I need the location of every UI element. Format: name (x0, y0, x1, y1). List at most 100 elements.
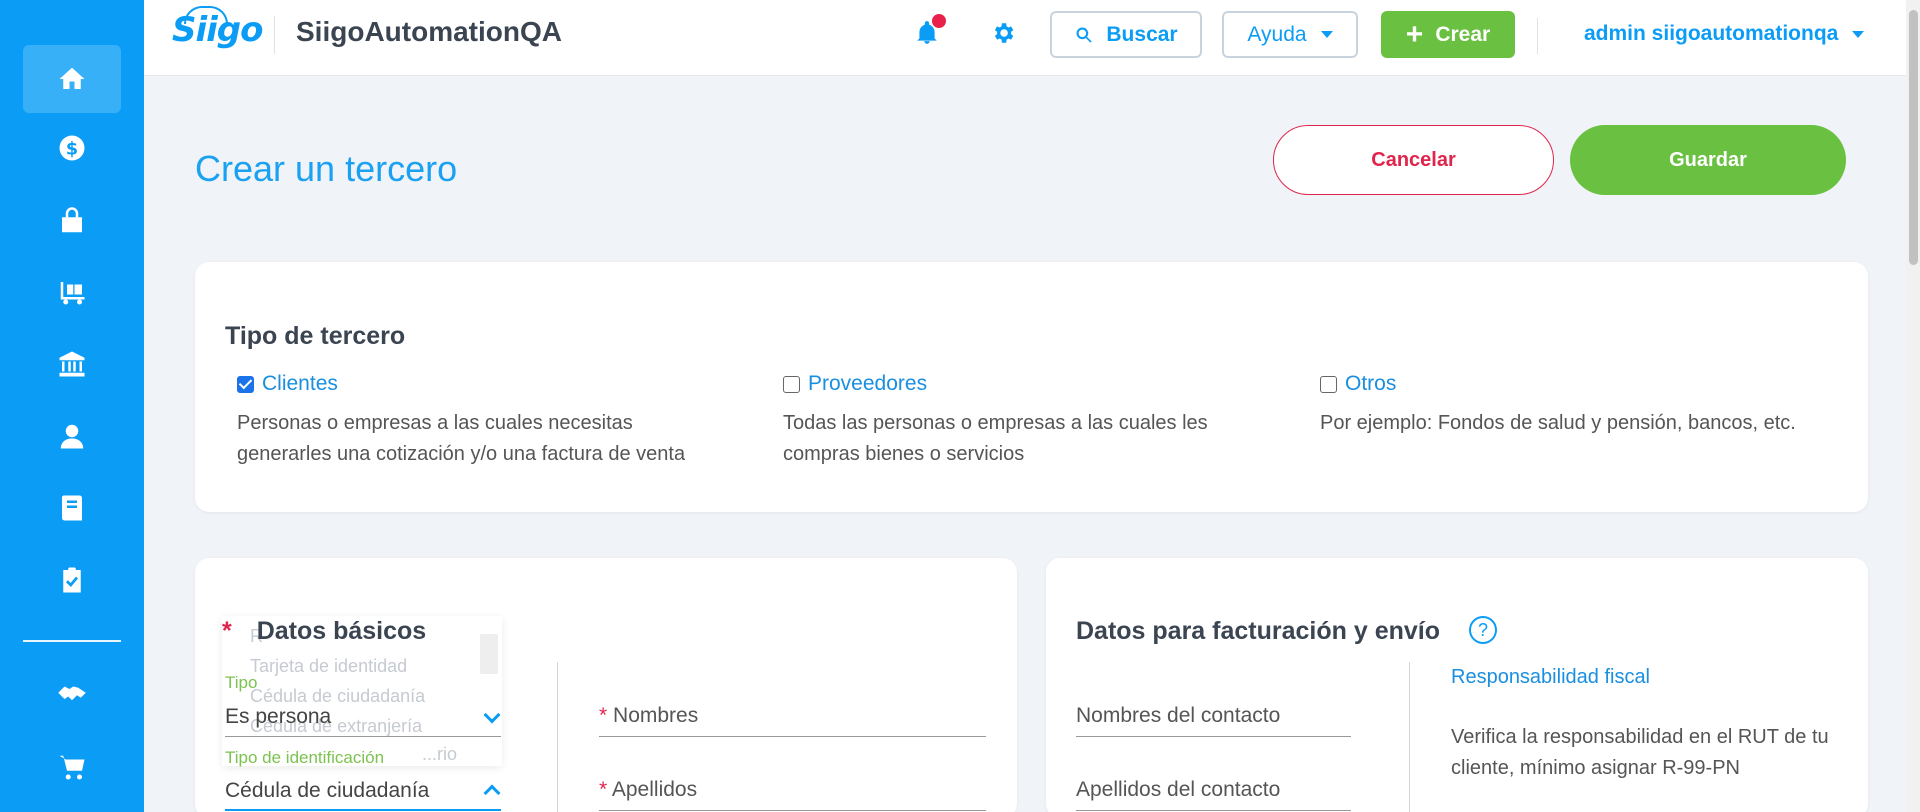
header-separator-right (1537, 18, 1538, 54)
fiscal-responsibility-description: Verifica la responsabilidad en el RUT de… (1451, 726, 1829, 779)
option-otros: Otros Por ejemplo: Fondos de salud y pen… (1320, 372, 1796, 439)
sidebar-item-sales[interactable] (23, 187, 121, 255)
help-dropdown-label: Ayuda (1247, 22, 1307, 46)
dropdown-option[interactable]: Tarjeta de identidad (250, 656, 407, 677)
otros-description: Por ejemplo: Fondos de salud y pensión, … (1320, 408, 1796, 439)
help-dropdown[interactable]: Ayuda (1222, 11, 1358, 58)
tipo-label: Tipo (225, 673, 258, 692)
billing-divider (1409, 662, 1410, 812)
basic-data-divider (557, 662, 558, 812)
tipo-select[interactable]: Es persona (225, 705, 331, 729)
nombres-field[interactable]: * Nombres (599, 704, 698, 728)
option-proveedores: Proveedores Todas las personas o empresa… (783, 372, 1208, 470)
apellidos-underline (599, 810, 986, 811)
page-scrollbar[interactable] (1906, 0, 1920, 812)
nombres-placeholder: Nombres (613, 704, 699, 727)
id-type-select[interactable]: Cédula de ciudadanía (225, 779, 429, 803)
sidebar: $ (0, 0, 144, 812)
sidebar-item-partners[interactable] (23, 660, 121, 728)
sidebar-item-store[interactable] (23, 733, 121, 801)
basic-data-title: Datos básicos (256, 617, 427, 645)
question-icon[interactable]: ? (1469, 616, 1497, 644)
proveedores-desc-line1: Todas las personas o empresas a las cual… (783, 412, 1208, 434)
sidebar-divider (23, 640, 121, 642)
clientes-description: Personas o empresas a las cuales necesit… (237, 408, 685, 470)
inventory-icon (59, 282, 85, 305)
billing-heading: Datos para facturación y envío (1076, 617, 1441, 645)
otros-desc-line1: Por ejemplo: Fondos de salud y pensión, … (1320, 412, 1796, 434)
clientes-checkbox[interactable] (237, 375, 254, 393)
third-party-type-heading: Tipo de tercero (225, 322, 406, 350)
contact-lastnames-underline (1076, 810, 1351, 811)
search-button-label: Buscar (1106, 22, 1178, 46)
clientes-checkbox-label[interactable]: Clientes (237, 372, 685, 396)
cart-icon (59, 755, 85, 780)
proveedores-checkbox[interactable] (783, 375, 800, 393)
proveedores-description: Todas las personas o empresas a las cual… (783, 408, 1208, 470)
home-icon (59, 67, 85, 89)
gear-icon (994, 23, 1014, 43)
header-separator (274, 16, 275, 54)
id-type-underline (225, 809, 501, 811)
employee-icon (60, 424, 84, 449)
sidebar-item-employees[interactable] (23, 402, 121, 470)
bank-icon (59, 351, 85, 377)
book-icon (62, 495, 82, 521)
otros-label: Otros (1345, 372, 1397, 395)
contact-names-field[interactable]: Nombres del contacto (1076, 704, 1280, 728)
search-button[interactable]: Buscar (1050, 11, 1202, 58)
proveedores-desc-line2: compras bienes o servicios (783, 443, 1025, 465)
clipboard-check-icon (63, 567, 81, 593)
chevron-down-icon (1320, 31, 1333, 38)
create-button-label: Crear (1435, 22, 1491, 46)
proveedores-checkbox-label[interactable]: Proveedores (783, 372, 1208, 396)
sidebar-item-tasks[interactable] (23, 546, 121, 614)
clientes-label: Clientes (262, 372, 338, 395)
third-party-type-card: Tipo de tercero Clientes Personas o empr… (195, 262, 1868, 512)
sidebar-item-bank[interactable] (23, 330, 121, 398)
sidebar-item-home[interactable] (23, 45, 121, 113)
top-header: Siigo SiigoAutomationQA Buscar Ayuda + C… (144, 0, 1906, 76)
contact-lastnames-field[interactable]: Apellidos del contacto (1076, 778, 1280, 802)
proveedores-label: Proveedores (808, 372, 928, 395)
chevron-down-icon (1852, 30, 1865, 38)
sidebar-item-inventory[interactable] (23, 258, 121, 326)
dropdown-option[interactable]: ...rio (422, 744, 457, 765)
plus-icon: + (1405, 17, 1424, 51)
required-mark: * (222, 617, 232, 645)
siigo-logo[interactable]: Siigo (172, 10, 263, 50)
sidebar-item-finance[interactable]: $ (23, 114, 121, 182)
settings-button[interactable] (990, 20, 1020, 50)
required-mark: * (599, 778, 608, 801)
create-button[interactable]: + Crear (1381, 11, 1515, 58)
page-title: Crear un tercero (195, 148, 458, 189)
dropdown-scrollbar[interactable] (480, 634, 498, 674)
otros-checkbox-label[interactable]: Otros (1320, 372, 1796, 396)
clientes-desc-line1: Personas o empresas a las cuales necesit… (237, 412, 633, 434)
clientes-desc-line2: generarles una cotización y/o una factur… (237, 443, 686, 465)
svg-text:$: $ (66, 139, 78, 159)
dollar-icon: $ (59, 135, 85, 161)
sidebar-item-accounting[interactable] (23, 474, 121, 542)
contact-names-underline (1076, 736, 1351, 737)
dropdown-option[interactable]: Cédula de ciudadanía (250, 686, 425, 707)
notification-badge (932, 14, 946, 28)
option-clientes: Clientes Personas o empresas a las cuale… (237, 372, 685, 470)
handshake-icon (58, 686, 86, 701)
tipo-underline (225, 736, 501, 737)
scrollbar-thumb[interactable] (1909, 10, 1918, 265)
otros-checkbox[interactable] (1320, 375, 1337, 393)
user-name: admin siigoautomationqa (1584, 22, 1839, 45)
save-button[interactable]: Guardar (1570, 125, 1846, 195)
basic-data-heading: * Datos básicos (222, 617, 426, 646)
apellidos-placeholder: Apellidos (611, 778, 698, 801)
required-mark: * (599, 704, 608, 727)
company-name: SiigoAutomationQA (296, 16, 562, 47)
apellidos-field[interactable]: * Apellidos (599, 778, 697, 802)
search-icon (1076, 27, 1093, 43)
user-menu[interactable]: admin siigoautomationqa (1584, 22, 1865, 46)
nombres-underline (599, 736, 986, 737)
cancel-button[interactable]: Cancelar (1273, 125, 1554, 195)
fiscal-responsibility-link[interactable]: Responsabilidad fiscal (1451, 666, 1650, 689)
shopping-bag-icon (62, 207, 82, 233)
